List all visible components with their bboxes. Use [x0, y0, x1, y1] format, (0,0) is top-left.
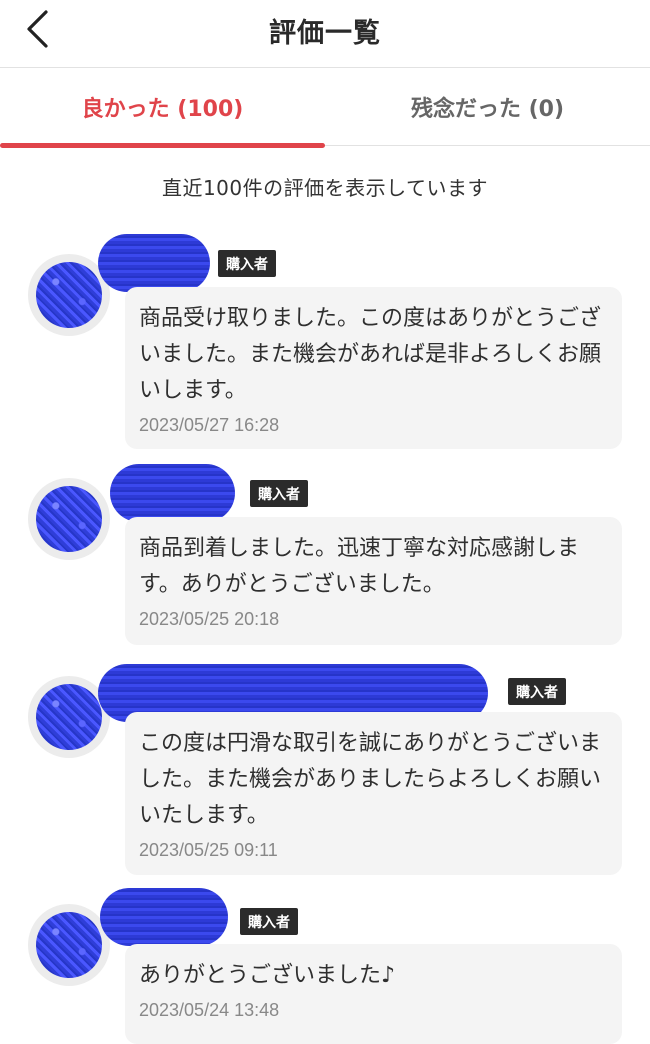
review-bubble: ありがとうございました♪ 2023/05/24 13:48 — [125, 944, 622, 1044]
redacted-username — [100, 888, 228, 946]
page-title: 評価一覧 — [269, 17, 381, 49]
review-date: 2023/05/24 13:48 — [139, 1000, 280, 1020]
review-date: 2023/05/25 09:11 — [139, 840, 278, 860]
tab-bad-label: 残念だった (0) — [410, 97, 565, 122]
review-bubble: この度は円滑な取引を誠にありがとうございました。また機会がありましたらよろしくお… — [125, 712, 622, 875]
review-date: 2023/05/25 20:18 — [139, 609, 280, 629]
review-text: この度は円滑な取引を誠にありがとうございました。また機会がありましたらよろしくお… — [139, 731, 602, 828]
review-date: 2023/05/27 16:28 — [139, 415, 280, 435]
redacted-username — [98, 234, 210, 292]
buyer-badge: 購入者 — [250, 480, 308, 507]
avatar[interactable] — [28, 478, 110, 560]
tab-bad[interactable]: 残念だった (0) — [325, 68, 650, 146]
recent-reviews-notice: 直近100件の評価を表示しています — [161, 176, 489, 200]
active-tab-indicator — [0, 143, 325, 148]
review-text: ありがとうございました♪ — [139, 963, 396, 988]
avatar[interactable] — [28, 904, 110, 986]
redacted-username — [110, 464, 235, 522]
review-text: 商品受け取りました。この度はありがとうございました。また機会があれば是非よろしく… — [139, 306, 602, 403]
buyer-badge: 購入者 — [240, 908, 298, 935]
review-bubble: 商品受け取りました。この度はありがとうございました。また機会があれば是非よろしく… — [125, 287, 622, 449]
buyer-badge: 購入者 — [218, 250, 276, 277]
tab-good-label: 良かった (100) — [81, 97, 244, 122]
tab-bar: 良かった (100) 残念だった (0) — [0, 68, 650, 148]
header: 評価一覧 — [0, 0, 650, 68]
buyer-badge: 購入者 — [508, 678, 566, 705]
tab-good[interactable]: 良かった (100) — [0, 68, 325, 148]
review-bubble: 商品到着しました。迅速丁寧な対応感謝します。ありがとうございました。 2023/… — [125, 517, 622, 645]
review-text: 商品到着しました。迅速丁寧な対応感謝します。ありがとうございました。 — [139, 536, 580, 597]
